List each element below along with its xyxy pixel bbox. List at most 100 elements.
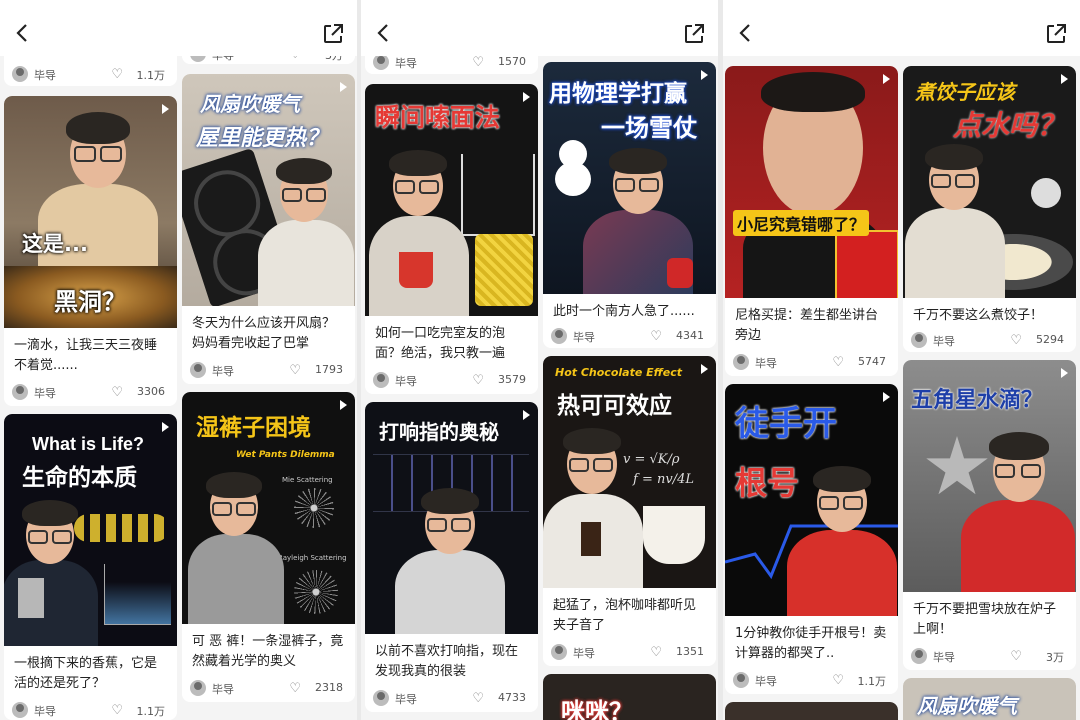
like-count: 2318: [315, 681, 343, 694]
heart-icon[interactable]: ♡: [650, 330, 662, 343]
back-icon[interactable]: [373, 22, 395, 44]
share-icon[interactable]: [321, 22, 345, 46]
thumbnail-caption-1: 咪咪？: [561, 698, 633, 720]
video-card[interactable]: 小尼究竟错哪了？ 尼格买提：差生都坐讲台旁边 毕导 ♡ 5747: [725, 66, 898, 376]
card-meta: 毕导 ♡ 5747: [733, 354, 890, 372]
avatar: [911, 332, 927, 348]
share-icon[interactable]: [682, 22, 706, 46]
video-card[interactable]: 五角星水滴？ 千万不要把雪块放在炉子上啊！ 毕导 ♡ 3万: [903, 360, 1076, 670]
video-thumbnail[interactable]: What is Life? 生命的本质: [4, 414, 177, 646]
diagram-label: Rayleigh Scattering: [278, 554, 347, 562]
heart-icon[interactable]: ♡: [1010, 650, 1022, 663]
video-thumbnail[interactable]: 这是... 黑洞？: [4, 96, 177, 328]
heart-icon[interactable]: ♡: [1010, 334, 1022, 347]
play-icon: [340, 82, 347, 92]
avatar: [190, 680, 206, 696]
heart-icon[interactable]: ♡: [289, 364, 301, 377]
card-meta: 毕导 ♡ 5294: [911, 332, 1068, 350]
heart-icon[interactable]: ♡: [472, 374, 484, 387]
card-meta: 毕导 ♡ 4341: [551, 328, 708, 346]
heart-icon[interactable]: ♡: [650, 646, 662, 659]
avatar: [12, 384, 28, 400]
video-thumbnail[interactable]: 风扇吹暖气: [903, 678, 1076, 720]
avatar: [733, 672, 749, 688]
heart-icon[interactable]: ♡: [832, 356, 844, 369]
feed-column-left: 小尼究竟错哪了？ 尼格买提：差生都坐讲台旁边 毕导 ♡ 5747 徒手开 根号: [725, 0, 898, 720]
video-card-partial[interactable]: [725, 702, 898, 720]
video-card[interactable]: 煮饺子应该 点水吗？ 千万不要这么煮饺子！ 毕导 ♡ 5294: [903, 66, 1076, 352]
card-title: 1分钟教你徒手开根号！卖计算器的都哭了..: [735, 626, 887, 661]
card-meta: 毕导 ♡ 3万: [911, 648, 1068, 666]
card-meta: 毕导 ♡ 1793: [190, 362, 347, 380]
play-icon: [701, 364, 708, 374]
video-card[interactable]: 瞬间嗦面法 如何一口吃完室友的泡面？绝活，我只教一遍 毕导 ♡ 3579: [365, 84, 538, 394]
thumbnail-caption-1: 风扇吹暖气: [200, 92, 300, 116]
video-thumbnail[interactable]: 咪咪？: [543, 674, 716, 720]
back-icon[interactable]: [12, 22, 34, 44]
presenter-figure: [4, 498, 98, 646]
back-icon[interactable]: [735, 22, 757, 44]
thumbnail-caption-1: 风扇吹暖气: [917, 694, 1017, 718]
video-thumbnail[interactable]: [725, 702, 898, 720]
video-thumbnail[interactable]: 瞬间嗦面法: [365, 84, 538, 316]
heart-icon[interactable]: ♡: [111, 704, 123, 717]
thumbnail-caption-1: 打响指的奥秘: [379, 420, 499, 444]
heart-icon[interactable]: ♡: [111, 386, 123, 399]
card-title: 可 恶 裤！一条湿裤子，竟然藏着光学的奥义: [192, 634, 344, 669]
thumbnail-caption-1: 小尼究竟错哪了？: [733, 210, 870, 236]
author-name: 毕导: [573, 647, 595, 660]
video-card[interactable]: Hot Chocolate Effect 热可可效应 v = √K/ρ f = …: [543, 356, 716, 666]
video-thumbnail[interactable]: 湿裤子困境 Wet Pants Dilemma Mie Scattering R…: [182, 392, 355, 624]
share-icon[interactable]: [1044, 22, 1068, 46]
card-title: 一根摘下来的香蕉，它是活的还是死了？: [14, 656, 158, 691]
video-thumbnail[interactable]: 打响指的奥秘: [365, 402, 538, 634]
heart-icon[interactable]: ♡: [111, 68, 123, 81]
video-card[interactable]: 打响指的奥秘 以前不喜欢打响指，现在发现我真的很装 毕导 ♡ 4733: [365, 402, 538, 712]
heart-icon[interactable]: ♡: [832, 674, 844, 687]
card-title: 此时一个南方人急了......: [553, 304, 695, 319]
card-title: 起猛了，泡杯咖啡都听见夹子音了: [553, 598, 697, 633]
author-name: 毕导: [212, 683, 234, 696]
play-icon: [701, 70, 708, 80]
thumbnail-caption-2: 一场雪仗: [601, 114, 697, 142]
video-card-partial[interactable]: 咪咪？: [543, 674, 716, 720]
top-bar: [361, 0, 718, 56]
feed-column-left: 毕导 ♡ 1570 瞬间嗦面法 如何一口吃完室友的泡面？绝活，我只教一遍 毕导 …: [365, 0, 538, 720]
video-card[interactable]: 湿裤子困境 Wet Pants Dilemma Mie Scattering R…: [182, 392, 355, 702]
video-thumbnail[interactable]: 小尼究竟错哪了？: [725, 66, 898, 298]
card-meta: 毕导 ♡ 3306: [12, 384, 169, 402]
heart-icon[interactable]: ♡: [289, 682, 301, 695]
card-meta: 毕导 ♡ 2318: [190, 680, 347, 698]
thumbnail-caption-2: 生命的本质: [22, 465, 137, 491]
diagram-label: Mie Scattering: [282, 476, 333, 484]
like-count: 5294: [1036, 333, 1064, 346]
video-thumbnail[interactable]: 煮饺子应该 点水吗？: [903, 66, 1076, 298]
card-meta: 毕导 ♡ 3579: [373, 372, 530, 390]
heart-icon[interactable]: ♡: [472, 56, 484, 69]
card-meta: 毕导 ♡ 1.1万: [12, 702, 169, 720]
thumbnail-caption-2: 屋里能更热？: [196, 126, 329, 151]
author-name: 毕导: [395, 693, 417, 706]
thumbnail-caption-1: 湿裤子困境: [196, 415, 311, 441]
avatar: [12, 702, 28, 718]
video-thumbnail[interactable]: 用物理学打赢 一场雪仗: [543, 62, 716, 294]
avatar: [373, 690, 389, 706]
video-card[interactable]: 风扇吹暖气 屋里能更热？ 冬天为什么应该开风扇？妈妈看完收起了巴掌 毕导 ♡ 1…: [182, 74, 355, 384]
video-thumbnail[interactable]: 风扇吹暖气 屋里能更热？: [182, 74, 355, 306]
video-thumbnail[interactable]: Hot Chocolate Effect 热可可效应 v = √K/ρ f = …: [543, 356, 716, 588]
video-card[interactable]: 用物理学打赢 一场雪仗 此时一个南方人急了...... 毕导 ♡ 4341: [543, 62, 716, 348]
top-bar: [723, 0, 1080, 56]
video-thumbnail[interactable]: 五角星水滴？: [903, 360, 1076, 592]
top-bar: [0, 0, 357, 56]
video-card[interactable]: 这是... 黑洞？ 一滴水，让我三天三夜睡不着觉...... 毕导 ♡ 3306: [4, 96, 177, 406]
thumbnail-caption-1: 徒手开: [735, 404, 837, 444]
thumbnail-caption-2: 点水吗？: [953, 109, 1066, 142]
like-count: 5747: [858, 355, 886, 368]
video-card[interactable]: What is Life? 生命的本质 一根摘下来的香蕉，它是活的还是死了？ 毕…: [4, 414, 177, 720]
heart-icon[interactable]: ♡: [472, 692, 484, 705]
video-card-partial[interactable]: 风扇吹暖气: [903, 678, 1076, 720]
card-title: 如何一口吃完室友的泡面？绝活，我只教一遍: [375, 326, 506, 361]
play-icon: [523, 410, 530, 420]
video-thumbnail[interactable]: 徒手开 根号: [725, 384, 898, 616]
video-card[interactable]: 徒手开 根号 1分钟教你徒手开根号！卖计算器的都哭了.. 毕导 ♡ 1.1万: [725, 384, 898, 694]
